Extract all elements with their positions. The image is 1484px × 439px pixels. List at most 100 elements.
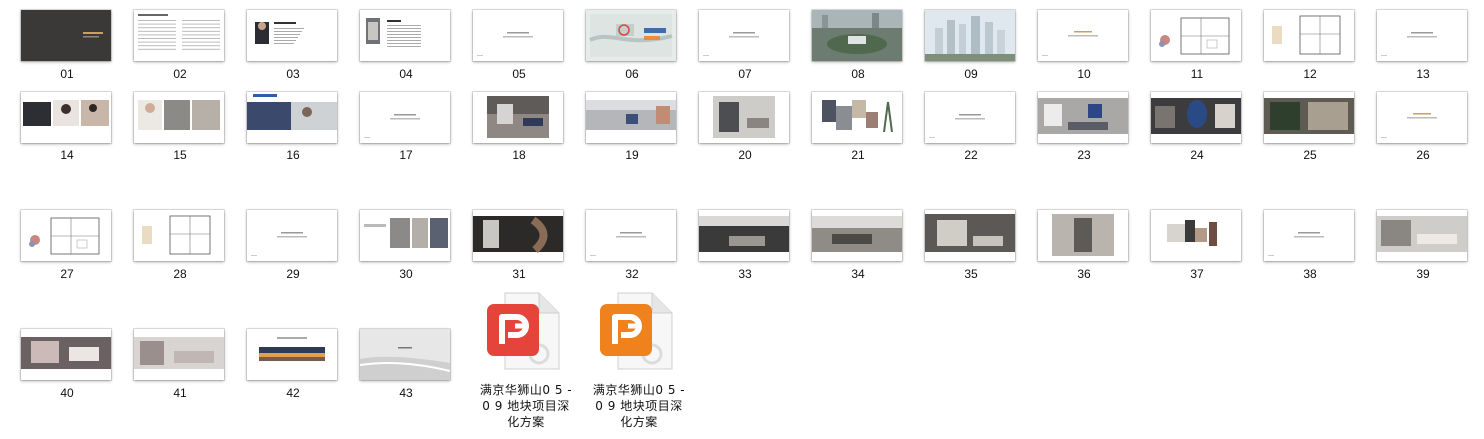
slide-thumbnail-item[interactable]: 15 [134, 92, 228, 164]
slide-thumbnail-item[interactable]: 12 [1264, 10, 1358, 83]
slide-thumbnail-image [360, 92, 450, 143]
slide-thumbnail-image [812, 210, 902, 261]
slide-thumbnail-item[interactable]: 16 [247, 92, 341, 164]
slide-thumbnail-item[interactable]: 04 [360, 10, 454, 83]
slide-thumbnail-item[interactable]: 14 [21, 92, 115, 164]
slide-thumbnail-label: 19 [625, 148, 639, 162]
slide-thumbnail-item[interactable]: 11 [1151, 10, 1245, 83]
slide-thumbnail-image [586, 92, 676, 143]
slide-thumbnail-item[interactable]: 26 [1377, 92, 1471, 164]
slide-thumbnail-label: 36 [1077, 267, 1091, 281]
pdf-file-name-line: 化方案 [507, 415, 545, 429]
slide-thumbnail-item[interactable]: 39 [1377, 210, 1471, 283]
slide-thumbnail-label: 41 [173, 386, 187, 400]
slide-thumbnail-item[interactable]: 41 [134, 329, 228, 402]
slide-thumbnail-image [1151, 92, 1241, 143]
slide-thumbnail-item[interactable]: 35 [925, 210, 1019, 283]
slide-thumbnail-label: 01 [60, 67, 74, 81]
pdf-file-name-line: 0 9 地块项目深 [482, 399, 570, 413]
slide-thumbnail-label: 20 [738, 148, 752, 162]
slide-thumbnail-image [134, 210, 224, 261]
slide-thumbnail-item[interactable]: 05 [473, 10, 567, 83]
slide-thumbnail-item[interactable]: 25 [1264, 92, 1358, 164]
pdf-file-name-line: 化方案 [620, 415, 658, 429]
slide-thumbnail-label: 38 [1303, 267, 1317, 281]
pdf-file-name: 满京华狮山0 5 - 0 9 地块项目深 化方案 [467, 382, 585, 430]
slide-thumbnail-item[interactable]: 33 [699, 210, 793, 283]
slide-thumbnail-item[interactable]: 32 [586, 210, 680, 283]
slide-thumbnail-label: 30 [399, 267, 413, 281]
slide-thumbnail-item[interactable]: 28 [134, 210, 228, 283]
slide-thumbnail-item[interactable]: 43 [360, 329, 454, 402]
slide-thumbnail-image [812, 92, 902, 143]
pdf-file-name-line: 满京华狮山0 5 - [479, 383, 573, 397]
slide-thumbnail-item[interactable]: 10 [1038, 10, 1132, 83]
slide-thumbnail-item[interactable]: 31 [473, 210, 567, 283]
slide-thumbnail-label: 14 [60, 148, 74, 162]
slide-thumbnail-image [1038, 92, 1128, 143]
slide-thumbnail-item[interactable]: 21 [812, 92, 906, 164]
slide-thumbnail-image [1377, 210, 1467, 261]
slide-thumbnail-item[interactable]: 18 [473, 92, 567, 164]
pdf-file-item[interactable]: 满京华狮山0 5 - 0 9 地块项目深 化方案 [580, 292, 698, 436]
slide-thumbnail-image [586, 210, 676, 261]
slide-thumbnail-item[interactable]: 20 [699, 92, 793, 164]
wps-pdf-orange-icon [600, 292, 674, 370]
slide-thumbnail-image [247, 210, 337, 261]
slide-thumbnail-label: 27 [60, 267, 74, 281]
slide-thumbnail-item[interactable]: 30 [360, 210, 454, 283]
slide-thumbnail-item[interactable]: 42 [247, 329, 341, 402]
slide-thumbnail-image [473, 210, 563, 261]
slide-thumbnail-image [360, 329, 450, 380]
slide-thumbnail-label: 39 [1416, 267, 1430, 281]
slide-thumbnail-label: 13 [1416, 67, 1430, 81]
slide-thumbnail-item[interactable]: 13 [1377, 10, 1471, 83]
pdf-file-item[interactable]: 满京华狮山0 5 - 0 9 地块项目深 化方案 [467, 292, 585, 436]
slide-thumbnail-item[interactable]: 38 [1264, 210, 1358, 283]
slide-thumbnail-image [586, 10, 676, 61]
slide-thumbnail-item[interactable]: 19 [586, 92, 680, 164]
slide-thumbnail-item[interactable]: 36 [1038, 210, 1132, 283]
slide-thumbnail-image [134, 329, 224, 380]
slide-thumbnail-image [360, 210, 450, 261]
slide-thumbnail-label: 22 [964, 148, 978, 162]
slide-thumbnail-label: 21 [851, 148, 865, 162]
slide-thumbnail-label: 23 [1077, 148, 1091, 162]
slide-thumbnail-image [247, 329, 337, 380]
slide-thumbnail-item[interactable]: 02 [134, 10, 228, 83]
slide-thumbnail-label: 26 [1416, 148, 1430, 162]
slide-thumbnail-item[interactable]: 24 [1151, 92, 1245, 164]
slide-thumbnail-item[interactable]: 17 [360, 92, 454, 164]
slide-thumbnail-image [134, 92, 224, 143]
slide-thumbnail-item[interactable]: 01 [21, 10, 115, 83]
slide-thumbnail-image [360, 10, 450, 61]
slide-thumbnail-image [925, 210, 1015, 261]
slide-thumbnail-image [699, 210, 789, 261]
slide-thumbnail-item[interactable]: 37 [1151, 210, 1245, 283]
slide-thumbnail-item[interactable]: 29 [247, 210, 341, 283]
slide-thumbnail-item[interactable]: 08 [812, 10, 906, 83]
slide-thumbnail-image [1264, 92, 1354, 143]
pdf-file-name-line: 满京华狮山0 5 - [592, 383, 686, 397]
slide-thumbnail-item[interactable]: 22 [925, 92, 1019, 164]
slide-thumbnail-item[interactable]: 34 [812, 210, 906, 283]
slide-thumbnail-item[interactable]: 09 [925, 10, 1019, 83]
slide-thumbnail-image [1151, 210, 1241, 261]
slide-thumbnail-image [699, 92, 789, 143]
slide-thumbnail-label: 29 [286, 267, 300, 281]
slide-thumbnail-image [1264, 10, 1354, 61]
slide-thumbnail-item[interactable]: 23 [1038, 92, 1132, 164]
slide-thumbnail-label: 04 [399, 67, 413, 81]
slide-thumbnail-item[interactable]: 40 [21, 329, 115, 402]
slide-thumbnail-image [21, 329, 111, 380]
slide-thumbnail-item[interactable]: 27 [21, 210, 115, 283]
slide-thumbnail-label: 32 [625, 267, 639, 281]
slide-thumbnail-item[interactable]: 03 [247, 10, 341, 83]
slide-thumbnail-item[interactable]: 06 [586, 10, 680, 83]
slide-thumbnail-label: 37 [1190, 267, 1204, 281]
pdf-file-name: 满京华狮山0 5 - 0 9 地块项目深 化方案 [580, 382, 698, 430]
slide-thumbnail-item[interactable]: 07 [699, 10, 793, 83]
slide-thumbnail-label: 15 [173, 148, 187, 162]
slide-thumbnail-image [1038, 210, 1128, 261]
wps-pdf-red-icon [487, 292, 561, 370]
